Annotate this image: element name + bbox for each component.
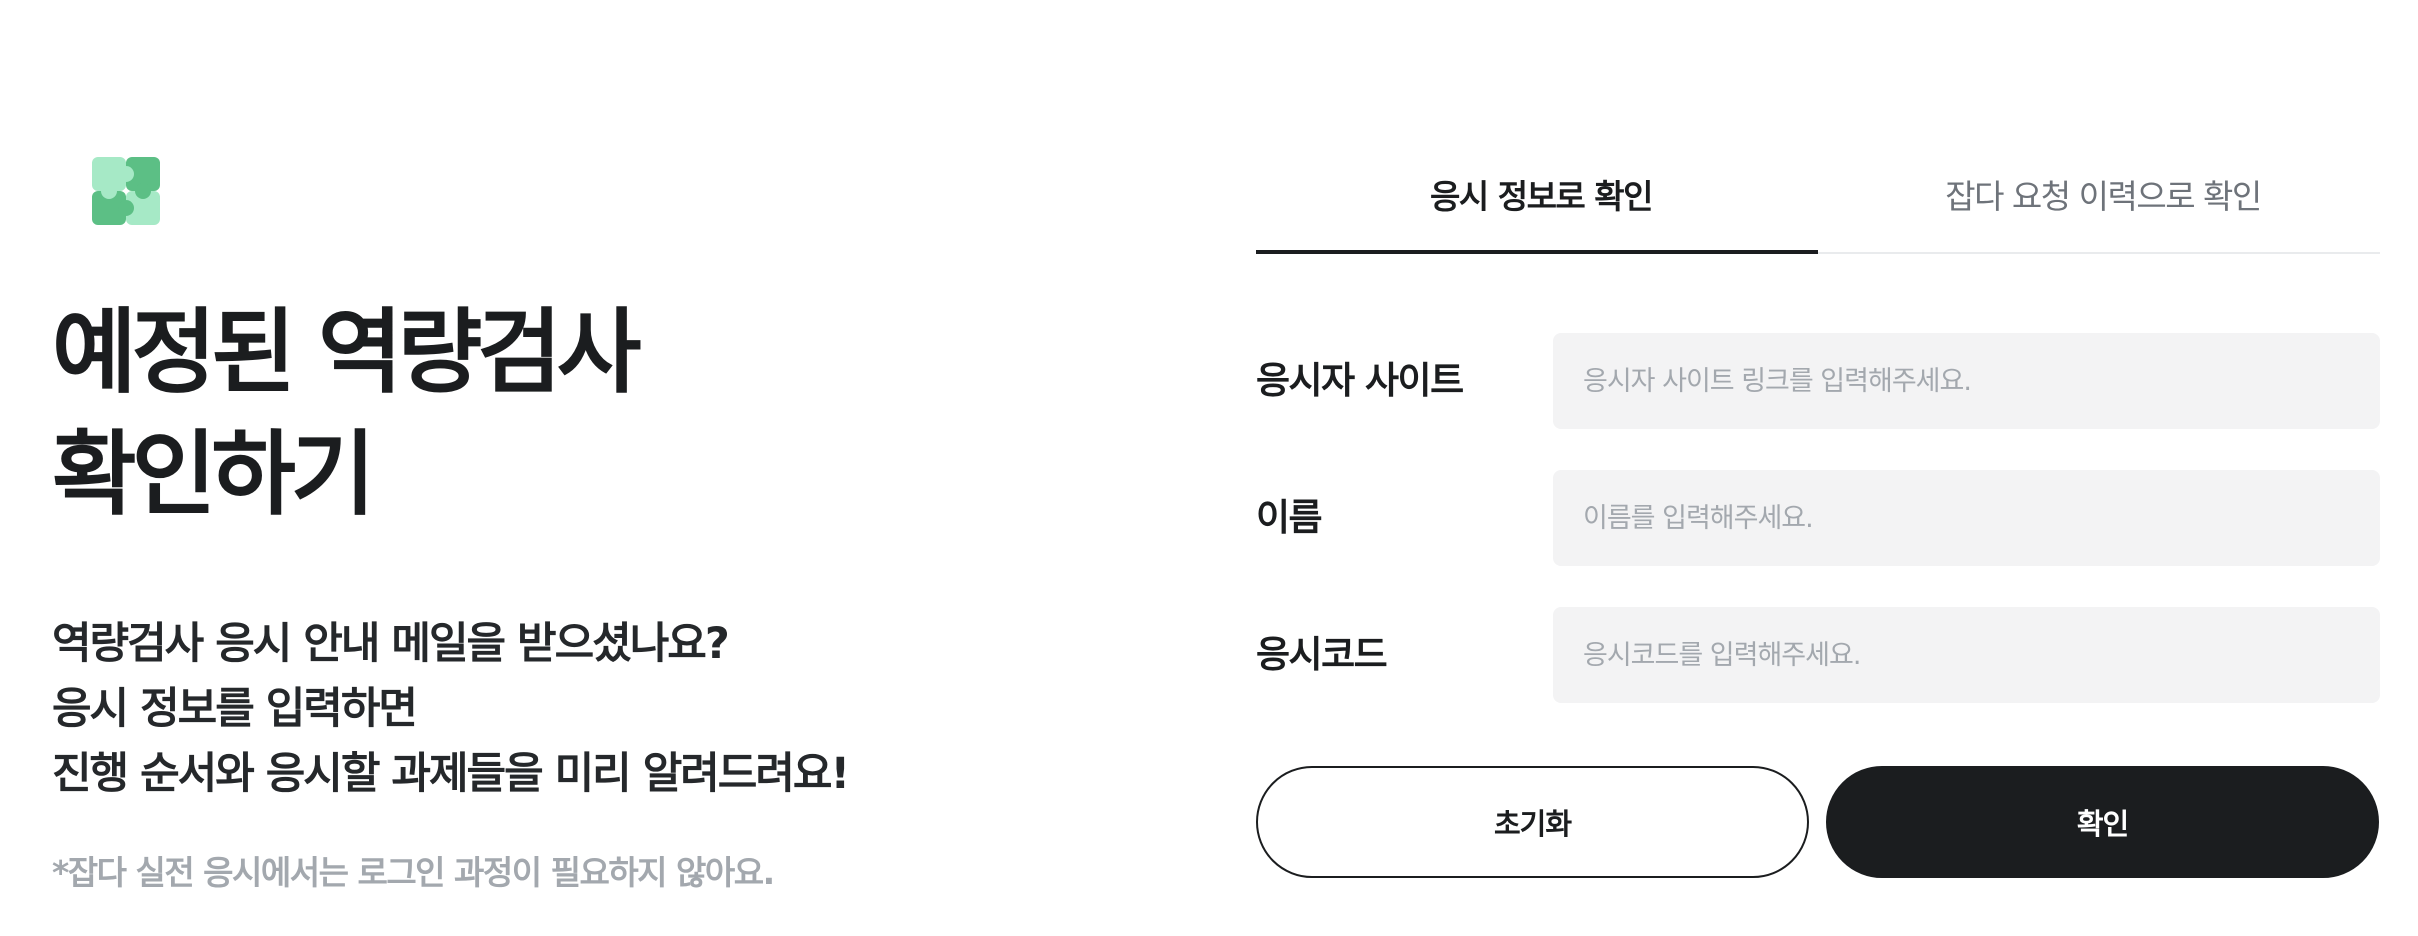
page-title-line: 확인하기 [52, 421, 376, 528]
reset-button[interactable]: 초기화 [1256, 766, 1809, 878]
name-input[interactable] [1553, 470, 2380, 566]
description-line: 역량검사 응시 안내 메일을 받으셨나요? [52, 619, 730, 669]
page: 예정된 역량검사 확인하기 역량검사 응시 안내 메일을 받으셨나요? 응시 정… [0, 0, 2418, 936]
name-label: 이름 [1256, 496, 1323, 539]
tab-exam-info[interactable]: 응시 정보로 확인 [1256, 150, 1818, 254]
intro-description: 역량검사 응시 안내 메일을 받으셨나요? 응시 정보를 입력하면 진행 순서와… [52, 612, 850, 807]
code-label: 응시코드 [1256, 633, 1388, 676]
form-row-name: 이름 [1256, 470, 2380, 566]
form-row-code: 응시코드 [1256, 607, 2380, 703]
active-tab-indicator [1256, 250, 1818, 254]
site-label: 응시자 사이트 [1256, 359, 1464, 402]
page-title-line: 예정된 역량검사 [52, 299, 642, 406]
form-row-site: 응시자 사이트 [1256, 333, 2380, 429]
page-title: 예정된 역량검사 확인하기 [52, 292, 642, 536]
login-note: *잡다 실전 응시에서는 로그인 과정이 필요하지 않아요. [52, 853, 775, 892]
puzzle-icon [92, 157, 160, 225]
confirm-button[interactable]: 확인 [1826, 766, 2379, 878]
exam-code-input[interactable] [1553, 607, 2380, 703]
site-link-input[interactable] [1553, 333, 2380, 429]
description-line: 진행 순서와 응시할 과제들을 미리 알려드려요! [52, 749, 850, 799]
tab-label: 응시 정보로 확인 [1430, 177, 1654, 216]
tab-request-history[interactable]: 잡다 요청 이력으로 확인 [1818, 150, 2380, 254]
tab-label: 잡다 요청 이력으로 확인 [1945, 177, 2262, 216]
lookup-tabs: 응시 정보로 확인 잡다 요청 이력으로 확인 [1256, 150, 2380, 254]
description-line: 응시 정보를 입력하면 [52, 684, 418, 734]
